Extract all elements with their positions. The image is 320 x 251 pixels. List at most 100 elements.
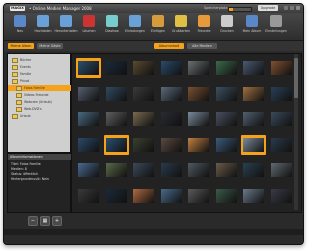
media-thumbnail[interactable]	[269, 109, 294, 129]
folder-icon	[16, 99, 22, 105]
toolbar-button-slideshow[interactable]: Diashow	[100, 15, 124, 33]
media-thumbnail[interactable]	[159, 135, 184, 155]
new-icon	[14, 15, 26, 27]
slideshow-icon	[106, 15, 118, 27]
media-thumbnail[interactable]	[131, 160, 156, 180]
folder-icon	[12, 113, 18, 119]
media-thumbnail[interactable]	[76, 160, 101, 180]
media-thumbnail[interactable]	[241, 186, 266, 206]
maximize-icon[interactable]	[290, 6, 294, 10]
media-thumbnail[interactable]	[131, 58, 156, 78]
upgrade-button[interactable]: Upgrade	[258, 5, 278, 11]
toolbar-button-upload[interactable]: Hochladen	[31, 15, 55, 33]
media-thumbnail[interactable]	[76, 58, 101, 78]
album-tree-item-label: Webcam (Urlaub)	[24, 100, 52, 104]
album-tree-item[interactable]: Web-DVD's	[8, 106, 78, 112]
media-thumbnail[interactable]	[214, 135, 239, 155]
media-grid	[71, 53, 302, 213]
media-thumbnail[interactable]	[159, 186, 184, 206]
media-thumbnail[interactable]	[159, 160, 184, 180]
media-thumbnail[interactable]	[131, 109, 156, 129]
album-tree-item[interactable]: Familie	[8, 71, 74, 77]
media-thumbnail[interactable]	[104, 58, 129, 78]
media-thumbnail[interactable]	[214, 160, 239, 180]
toolbar-button-cards[interactable]: Grußkarten	[169, 15, 193, 33]
tab-album-content[interactable]: Albuminhalt	[154, 43, 184, 49]
media-thumbnail[interactable]	[104, 109, 129, 129]
thumbnail-image	[243, 112, 264, 126]
toolbar-button-settings[interactable]: Einstellungen	[264, 15, 288, 33]
media-thumbnail[interactable]	[103, 134, 129, 155]
media-thumbnail[interactable]	[76, 84, 101, 104]
media-thumbnail[interactable]	[76, 109, 101, 129]
media-thumbnail[interactable]	[104, 186, 129, 206]
media-thumbnail[interactable]	[131, 84, 156, 104]
toolbar-button-invitations[interactable]: Einladungen	[123, 15, 147, 33]
friends-icon	[198, 15, 210, 27]
media-thumbnail[interactable]	[76, 135, 101, 155]
thumbnail-image	[270, 163, 292, 177]
media-thumbnail[interactable]	[159, 58, 184, 78]
grid-scrollbar[interactable]	[294, 54, 298, 210]
media-thumbnail[interactable]	[214, 58, 239, 78]
media-thumbnail[interactable]	[269, 186, 294, 206]
tab-all-media[interactable]: Alle Medien	[187, 43, 217, 49]
toolbar-button-insert[interactable]: Einfügen	[146, 15, 170, 33]
media-thumbnail[interactable]	[159, 84, 184, 104]
album-tree-item[interactable]: Events	[8, 64, 74, 70]
album-tree-item[interactable]: Urlaub	[8, 113, 74, 119]
tab-my-albums[interactable]: Meine Alben	[8, 43, 34, 49]
thumbnail-image	[160, 61, 182, 75]
media-thumbnail[interactable]	[269, 84, 294, 104]
media-thumbnail[interactable]	[214, 186, 239, 206]
media-thumbnail[interactable]	[186, 58, 211, 78]
album-tree-item[interactable]: Webcam (Urlaub)	[8, 99, 78, 105]
media-thumbnail[interactable]	[269, 135, 294, 155]
media-thumbnail[interactable]	[214, 84, 239, 104]
view-grid-icon[interactable]: ▦	[40, 216, 50, 226]
zoom-out-icon[interactable]: −	[28, 216, 38, 226]
toolbar-button-label: Mein Album	[242, 29, 262, 33]
media-thumbnail[interactable]	[186, 84, 211, 104]
toolbar-button-friends[interactable]: Freunde	[192, 15, 216, 33]
media-thumbnail[interactable]	[269, 58, 294, 78]
album-tree-item[interactable]: Privat	[8, 78, 74, 84]
thumbnail-image	[270, 137, 292, 152]
media-thumbnail[interactable]	[186, 160, 211, 180]
close-icon[interactable]	[296, 6, 300, 10]
media-thumbnail[interactable]	[159, 109, 184, 129]
toolbar-button-album[interactable]: Mein Album	[240, 15, 264, 33]
media-thumbnail[interactable]	[131, 135, 156, 155]
toolbar-button-label: Diashow	[105, 29, 119, 33]
upload-icon	[37, 15, 49, 27]
thumbnail-image	[188, 163, 209, 177]
media-thumbnail[interactable]	[241, 58, 266, 78]
media-thumbnail[interactable]	[104, 160, 129, 180]
media-thumbnail[interactable]	[186, 135, 211, 155]
toolbar-button-download[interactable]: Herunterladen	[54, 15, 78, 33]
toolbar-button-delete[interactable]: Löschen	[77, 15, 101, 33]
album-tree-item[interactable]: Videos Freunde	[8, 92, 78, 98]
media-thumbnail[interactable]	[241, 134, 266, 155]
media-thumbnail[interactable]	[76, 186, 101, 206]
media-thumbnail[interactable]	[131, 186, 156, 206]
minimize-icon[interactable]	[284, 6, 288, 10]
media-thumbnail[interactable]	[241, 160, 266, 180]
tab-my-guests[interactable]: Meine Gäste	[37, 43, 63, 49]
media-thumbnail[interactable]	[269, 160, 294, 180]
thumbnail-image	[105, 112, 127, 126]
grid-scrollbar-thumb[interactable]	[294, 58, 298, 98]
album-tree-item[interactable]: Fotos Familie	[8, 85, 78, 91]
media-thumbnail[interactable]	[104, 84, 129, 104]
album-tree-item[interactable]: Bücher	[8, 57, 74, 63]
media-thumbnail[interactable]	[214, 109, 239, 129]
media-thumbnail[interactable]	[186, 109, 211, 129]
thumbnail-image	[270, 188, 292, 203]
toolbar-button-new[interactable]: Neu	[8, 15, 32, 33]
media-thumbnail[interactable]	[241, 84, 266, 104]
media-thumbnail[interactable]	[186, 186, 211, 206]
toolbar-button-print[interactable]: Drucken	[215, 15, 239, 33]
zoom-in-icon[interactable]: +	[52, 216, 62, 226]
media-thumbnail[interactable]	[241, 109, 266, 129]
thumbnail-image	[243, 188, 264, 203]
